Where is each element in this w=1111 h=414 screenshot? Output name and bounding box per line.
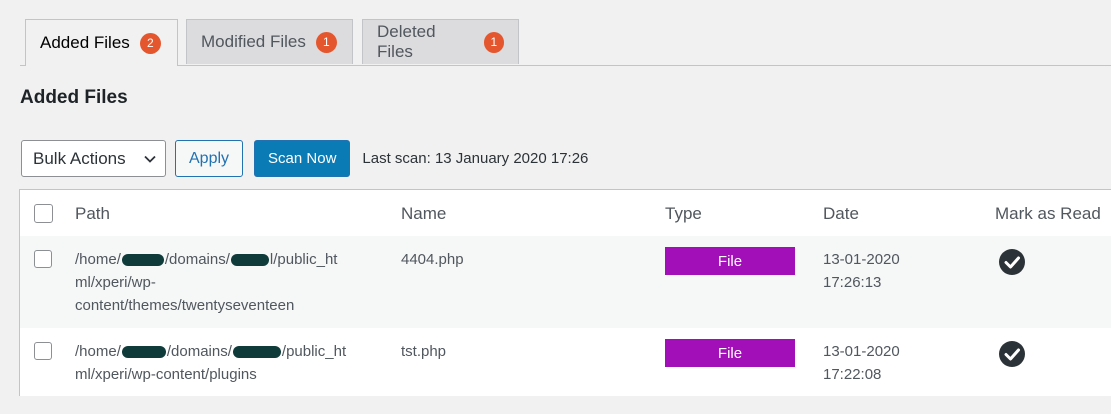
tab-label: Deleted Files — [377, 22, 436, 61]
path-segment: /public_ht — [281, 343, 347, 360]
column-header-type[interactable]: Type — [665, 202, 702, 225]
section-heading: Added Files — [20, 87, 128, 108]
scan-now-button[interactable]: Scan Now — [254, 140, 351, 177]
path-segment: /domains/ — [164, 251, 230, 268]
apply-button[interactable]: Apply — [175, 140, 244, 177]
path-segment: /home/ — [75, 343, 121, 360]
redacted-text — [121, 254, 164, 267]
tab-modified-files[interactable]: Modified Files 1 — [186, 19, 353, 64]
file-path: /home/ /domains/ /public_ht ml/xperi/wp-co… — [75, 340, 375, 386]
path-segment: content/themes/twentyseventeen — [75, 297, 295, 314]
table-header: Path Name Type Date Mark as Read — [20, 190, 1111, 237]
redacted-text — [121, 346, 166, 359]
type-badge: File — [665, 247, 795, 275]
tab-added-files[interactable]: Added Files 2 — [25, 19, 178, 66]
file-date: 13-01-2020 17:26:13 — [823, 248, 900, 294]
count-badge: 1 — [483, 31, 504, 53]
table-row: /home//domains/l/public_ht ml/xperi/wp- … — [20, 236, 1111, 329]
path-segment: ml/xperi/wp-content/plugins — [75, 366, 257, 383]
check-circle-icon[interactable] — [998, 340, 1026, 368]
bulk-actions-value: Bulk Actions — [33, 148, 126, 168]
files-table: Path Name Type Date Mark as Read /home//… — [19, 189, 1111, 396]
path-segment: ml/xperi/wp- — [75, 274, 156, 291]
column-header-mark-as-read: Mark as Read — [995, 204, 1101, 223]
tab-label: Modified Files — [201, 32, 306, 51]
redacted-text — [232, 346, 281, 359]
chevron-down-icon — [144, 155, 156, 163]
type-badge: File — [665, 339, 795, 367]
date-value: 13-01-2020 — [823, 343, 900, 360]
count-badge: 2 — [139, 32, 161, 54]
path-segment: /home/ — [75, 251, 121, 268]
row-checkbox[interactable] — [34, 342, 52, 360]
bulk-actions-select[interactable]: Bulk Actions — [21, 140, 166, 177]
row-checkbox[interactable] — [34, 250, 52, 268]
file-path: /home//domains/l/public_ht ml/xperi/wp- … — [75, 248, 375, 317]
last-scan-text: Last scan: 13 January 2020 17:26 — [362, 150, 589, 167]
file-date: 13-01-2020 17:22:08 — [823, 340, 900, 386]
tab-bar: Added Files 2 Modified Files 1 Deleted F… — [20, 19, 1111, 66]
tab-label: Added Files — [40, 33, 130, 52]
time-value: 17:22:08 — [823, 366, 882, 383]
file-name: 4404.php — [401, 251, 464, 268]
path-segment: l/public_ht — [269, 251, 338, 268]
column-header-path[interactable]: Path — [75, 202, 375, 225]
select-all-checkbox[interactable] — [34, 204, 53, 223]
redacted-text — [230, 254, 269, 267]
check-circle-icon[interactable] — [998, 248, 1026, 276]
table-row: /home/ /domains/ /public_ht ml/xperi/wp-co… — [20, 328, 1111, 396]
toolbar: Bulk Actions Apply Scan Now Last scan: 1… — [21, 140, 588, 177]
tab-deleted-files[interactable]: Deleted Files 1 — [362, 19, 519, 64]
path-segment: /domains/ — [166, 343, 232, 360]
time-value: 17:26:13 — [823, 274, 882, 291]
count-badge: 1 — [315, 31, 337, 53]
column-header-date[interactable]: Date — [823, 202, 859, 225]
column-header-name[interactable]: Name — [401, 202, 446, 225]
date-value: 13-01-2020 — [823, 251, 900, 268]
file-name: tst.php — [401, 343, 447, 360]
